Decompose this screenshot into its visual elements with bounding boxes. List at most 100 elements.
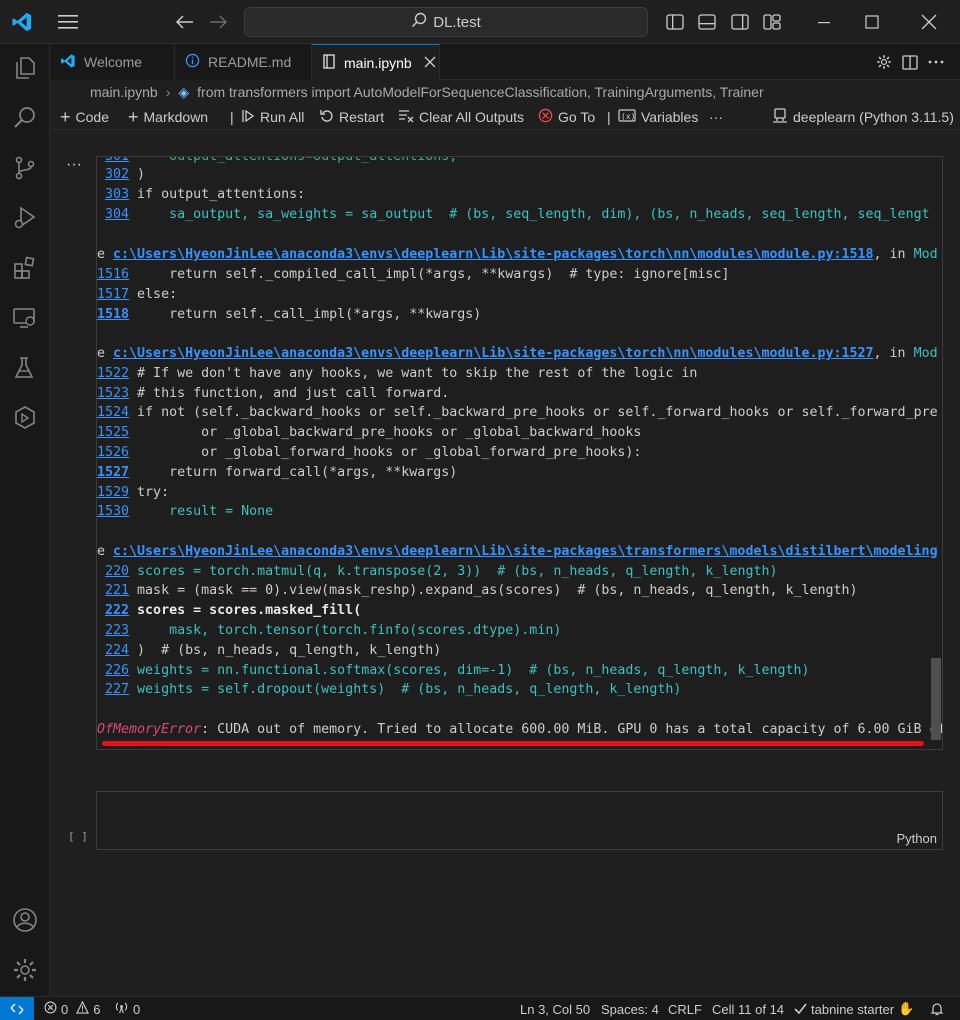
notebook-settings-gear-icon[interactable]	[872, 50, 896, 74]
manage-gear-icon[interactable]	[11, 956, 39, 984]
toolbar-more-button[interactable]: ···	[709, 105, 723, 129]
remote-icon	[10, 1003, 24, 1014]
kernel-icon	[772, 108, 788, 126]
traceback-line: 227 weights = self.dropout(weights) # (b…	[105, 682, 682, 697]
breadcrumb-file[interactable]: main.ipynb	[90, 84, 158, 100]
extensions-icon[interactable]	[11, 254, 39, 282]
broadcast-icon	[114, 1001, 129, 1017]
search-text: DL.test	[433, 13, 481, 31]
jupyter-extension-icon[interactable]	[11, 404, 39, 432]
cell-more-actions[interactable]: ···	[66, 156, 82, 174]
notebook-icon	[322, 53, 336, 72]
eol-indicator[interactable]: CRLF	[668, 1000, 702, 1018]
more-actions-icon[interactable]	[924, 50, 948, 74]
toggle-secondary-sidebar-icon[interactable]	[728, 10, 752, 34]
toggle-primary-sidebar-icon[interactable]	[663, 10, 687, 34]
problems-indicator[interactable]: 0 6	[44, 1000, 100, 1018]
accounts-icon[interactable]	[11, 906, 39, 934]
explorer-icon[interactable]	[11, 54, 39, 82]
source-control-icon[interactable]	[11, 154, 39, 182]
run-debug-icon[interactable]	[11, 204, 39, 232]
traceback-line: 222 scores = scores.masked_fill(	[105, 603, 362, 618]
tab-main-ipynb[interactable]: main.ipynb	[312, 44, 440, 80]
maximize-icon[interactable]	[860, 10, 884, 34]
traceback-line: 301 output_attentions=output_attentions,	[105, 156, 458, 164]
clear-all-icon	[398, 109, 414, 126]
breadcrumb: main.ipynb › ◈ from transformers import …	[50, 80, 960, 104]
traceback-file-link[interactable]: c:\Users\HyeonJinLee\anaconda3\envs\deep…	[113, 544, 938, 559]
traceback-line: 1529 try:	[97, 485, 170, 500]
cell-indicator[interactable]: Cell 11 of 14	[712, 1000, 784, 1018]
go-to-button[interactable]: Go To	[538, 105, 595, 129]
search-icon[interactable]	[11, 104, 39, 132]
traceback-line: 226 weights = nn.functional.softmax(scor…	[105, 663, 810, 678]
add-code-cell-button[interactable]: + Code	[60, 105, 109, 129]
warning-icon	[76, 1000, 90, 1017]
tab-welcome[interactable]: Welcome	[50, 44, 175, 80]
indentation-indicator[interactable]: Spaces: 4	[601, 1000, 659, 1018]
traceback-line: 1518 return self._call_impl(*args, **kwa…	[97, 307, 482, 322]
traceback-file-link[interactable]: c:\Users\HyeonJinLee\anaconda3\envs\deep…	[113, 346, 874, 361]
empty-code-cell[interactable]: Python	[96, 791, 943, 850]
kernel-picker-button[interactable]: deeplearn (Python 3.11.5)	[772, 105, 954, 129]
notifications-bell-icon[interactable]	[930, 1000, 944, 1018]
toolbar-separator: |	[230, 109, 234, 125]
close-window-icon[interactable]	[917, 10, 941, 34]
hand-icon: ✋	[898, 1001, 915, 1016]
menu-icon[interactable]	[56, 10, 80, 34]
status-bar: 0 6 0 Ln 3, Col 50 Spaces: 4 CRLF Cell 1…	[0, 996, 960, 1020]
cursor-position[interactable]: Ln 3, Col 50	[520, 1000, 590, 1018]
traceback-line: 223 mask, torch.tensor(torch.finfo(score…	[105, 623, 562, 638]
cell-language-label[interactable]: Python	[897, 831, 937, 846]
output-scrollbar[interactable]	[931, 658, 941, 740]
tabnine-status[interactable]: tabnine starter ✋	[794, 1000, 914, 1018]
remote-indicator-button[interactable]	[0, 997, 34, 1020]
traceback-line: 220 scores = torch.matmul(q, k.transpose…	[105, 564, 778, 579]
traceback-line: 1524 if not (self._backward_hooks or sel…	[97, 405, 938, 420]
activity-bar	[0, 44, 50, 996]
command-center-search[interactable]: DL.test	[244, 7, 648, 37]
traceback-file-header: e c:\Users\HyeonJinLee\anaconda3\envs\de…	[97, 247, 938, 262]
ports-indicator[interactable]: 0	[114, 1000, 140, 1018]
forward-arrow-icon[interactable]	[206, 10, 230, 34]
back-arrow-icon[interactable]	[173, 10, 197, 34]
toggle-panel-icon[interactable]	[695, 10, 719, 34]
traceback-line: 302 )	[105, 167, 146, 182]
tab-readme[interactable]: README.md	[175, 44, 312, 80]
variables-button[interactable]: (x) Variables	[618, 105, 698, 129]
breadcrumb-symbol[interactable]: from transformers import AutoModelForSeq…	[197, 84, 763, 100]
execution-count: [ ]	[68, 830, 88, 843]
restart-icon	[320, 109, 334, 126]
clear-all-outputs-button[interactable]: Clear All Outputs	[398, 105, 524, 129]
toolbar-separator-2: |	[607, 109, 611, 125]
traceback-line: 1525 or _global_backward_pre_hooks or _g…	[97, 425, 642, 440]
restart-kernel-button[interactable]: Restart	[320, 105, 384, 129]
traceback-line: 221 mask = (mask == 0).view(mask_reshp).…	[105, 583, 858, 598]
close-tab-icon[interactable]	[424, 55, 436, 71]
minimize-icon[interactable]	[812, 10, 836, 34]
add-markdown-cell-button[interactable]: + Markdown	[128, 105, 208, 129]
editor-tabs: Welcome README.md main.ipynb	[50, 44, 960, 80]
vscode-logo-icon	[10, 10, 34, 34]
highlight-underline	[102, 741, 924, 746]
testing-icon[interactable]	[11, 354, 39, 382]
tab-label: main.ipynb	[344, 54, 412, 71]
variables-icon: (x)	[618, 109, 636, 125]
traceback-line: 224 ) # (bs, n_heads, q_length, k_length…	[105, 643, 442, 658]
error-type: OfMemoryError	[97, 722, 202, 737]
traceback-file-header: e c:\Users\HyeonJinLee\anaconda3\envs\de…	[97, 346, 938, 361]
chevron-right-icon: ›	[165, 84, 171, 100]
search-icon	[411, 12, 427, 32]
traceback-line: 1516 return self._compiled_call_impl(*ar…	[97, 267, 730, 282]
traceback-file-header: e c:\Users\HyeonJinLee\anaconda3\envs\de…	[97, 544, 938, 559]
run-all-button[interactable]: Run All	[241, 105, 304, 129]
split-editor-icon[interactable]	[898, 50, 922, 74]
traceback-line: 1526 or _global_forward_hooks or _global…	[97, 445, 642, 460]
remote-explorer-icon[interactable]	[11, 304, 39, 332]
check-icon	[794, 1002, 807, 1017]
traceback-line: 1522 # If we don't have any hooks, we wa…	[97, 366, 698, 381]
customize-layout-icon[interactable]	[760, 10, 784, 34]
tab-label: Welcome	[84, 54, 143, 70]
error-icon	[44, 1001, 57, 1017]
traceback-file-link[interactable]: c:\Users\HyeonJinLee\anaconda3\envs\deep…	[113, 247, 874, 262]
